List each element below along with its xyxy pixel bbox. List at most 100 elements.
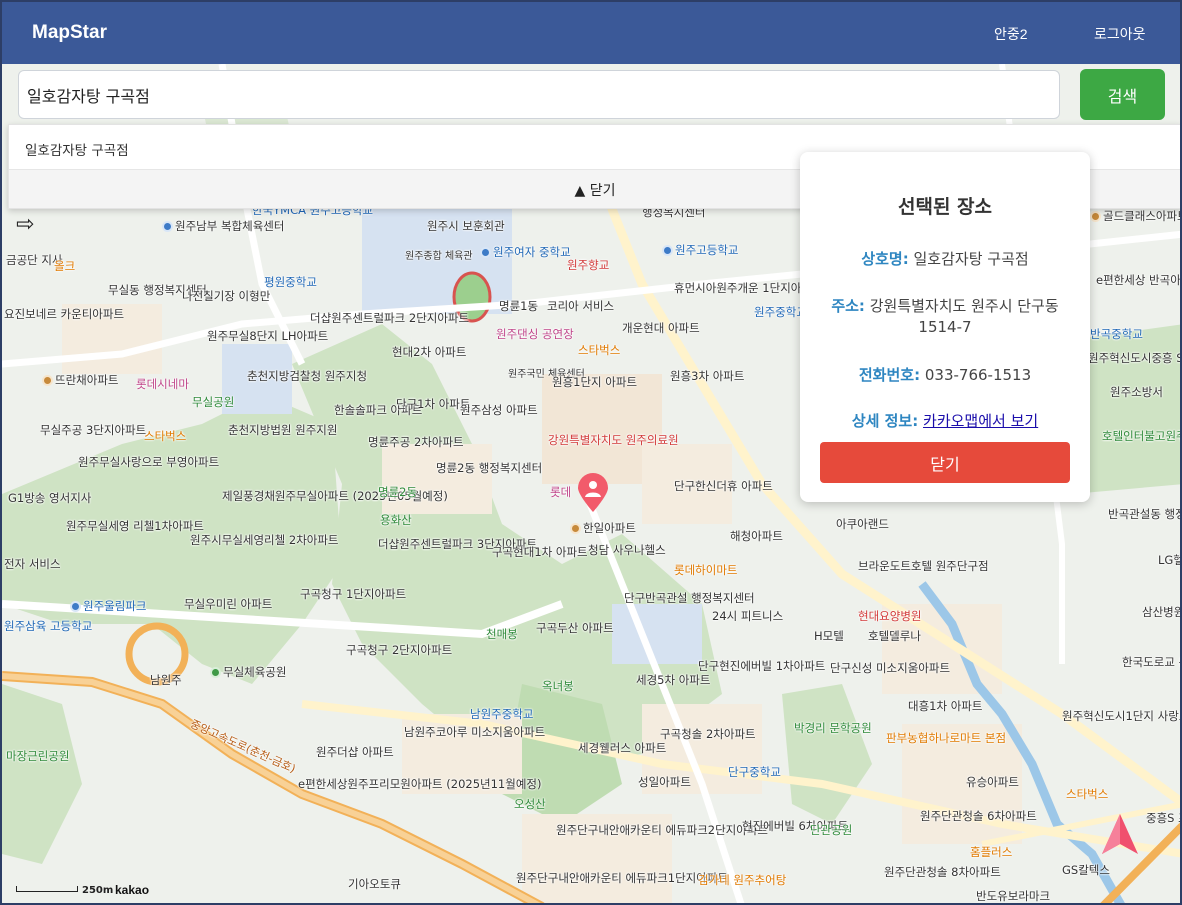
map-label: 호텔인터불고원주 골프클럽 xyxy=(1102,429,1180,443)
map-label: 무실우미린 아파트 xyxy=(184,597,273,611)
map-label: 무실공원 xyxy=(192,395,235,409)
map-label: 무실체육공원 xyxy=(210,666,286,679)
map-label: 반도유보라마크 xyxy=(976,889,1051,903)
map-label: 더샵원주센트럴파크 2단지아파트 xyxy=(310,311,470,325)
card-title: 선택된 장소 xyxy=(897,196,992,218)
map-label: 춘천지방법원 원주지원 xyxy=(228,423,338,437)
kakaomap-link[interactable]: 카카오맵에서 보기 xyxy=(923,412,1038,430)
map-label: 원주댄싱 공연장 xyxy=(496,327,574,341)
map-label: 원주향교 xyxy=(567,258,610,272)
map-label: 원주무실사랑으로 부영아파트 xyxy=(78,455,220,469)
map-label: 춘천지방검찰청 원주지청 xyxy=(247,369,368,383)
map-label: 원주무실세영 리첼1차아파트 xyxy=(66,519,204,533)
map-label: 원주삼육 고등학교 xyxy=(4,619,93,633)
map-label: 나전칠기장 이형만 xyxy=(182,289,271,303)
map-label: 원흥1단지 아파트 xyxy=(552,375,638,389)
map-label: H모텔 xyxy=(814,629,844,643)
map-label: 원주단관청솔 8차아파트 xyxy=(884,865,1001,879)
map-label: LG헬 xyxy=(1158,553,1180,567)
place-detail-card: 선택된 장소 상호명: 일호감자탕 구곡점 주소: 강원특별자치도 원주시 단구… xyxy=(800,152,1090,502)
search-input[interactable] xyxy=(18,70,1060,119)
place-phone-row: 전화번호: 033-766-1513 xyxy=(820,365,1070,386)
map-label: 원주남부 복합체육센터 xyxy=(162,220,284,233)
map-label: 원주혁신도시1단지 사랑으로부영아파트 xyxy=(1062,709,1180,723)
map-label: 전자 서비스 xyxy=(4,557,61,571)
map-label: 원주혁신도시중흥 S클래스아파트 xyxy=(1088,351,1180,365)
place-detail-label: 상세 정보: xyxy=(851,412,919,430)
map-label: 세경5차 아파트 xyxy=(636,673,711,687)
map-label: 기아오토큐 xyxy=(348,877,401,891)
map-label: 구곡현대1차 아파트 xyxy=(492,545,588,559)
map-label: 스타벅스 xyxy=(1066,787,1109,801)
map-label: 중흥S 프라디 xyxy=(1146,811,1180,825)
map-label: 롯데시네마 xyxy=(136,377,189,391)
location-pin-icon[interactable] xyxy=(576,473,610,513)
map-label: 구곡청구 2단지아파트 xyxy=(346,643,453,657)
map-label: 용화산 xyxy=(380,513,412,527)
arrow-right-icon[interactable]: ⇨ xyxy=(16,212,34,237)
map-label: 옥녀봉 xyxy=(542,679,574,693)
user-menu-link[interactable]: 안중2 xyxy=(994,24,1028,44)
map-label: 명륜2동 xyxy=(378,485,418,499)
map-label: 올크 xyxy=(54,259,76,273)
place-name-label: 상호명: xyxy=(861,250,909,268)
map-label: 한국도로교 본부 xyxy=(1122,655,1180,669)
map-label: 평원중학교 xyxy=(264,275,317,289)
logout-link[interactable]: 로그아웃 xyxy=(1094,24,1146,44)
map-label: 단구반곡관설 행정복지센터 xyxy=(624,591,755,605)
map-label: 남원주 xyxy=(150,673,182,687)
map-label: 판부농협하나로마트 본점 xyxy=(886,731,1007,745)
map-label: GS칼텍스 xyxy=(1062,863,1110,877)
map-label: 원주시 보훈회관 xyxy=(427,219,505,233)
map-label: 무실주공 3단지아파트 xyxy=(40,423,147,437)
map-label: 명륜1동 xyxy=(499,299,539,313)
map-label: 개운현대 아파트 xyxy=(622,321,700,335)
brand-logo[interactable]: MapStar xyxy=(32,22,107,44)
map-label: 요진보네르 카운티아파트 xyxy=(4,307,125,321)
place-name-value: 일호감자탕 구곡점 xyxy=(913,250,1029,268)
map-label: G1방송 영서지사 xyxy=(8,491,92,505)
map-label: 단구중학교 xyxy=(728,765,781,779)
map-label: 구곡청솔 2차아파트 xyxy=(660,727,756,741)
map-label: 홈플러스 xyxy=(970,845,1013,859)
scale-bar xyxy=(16,886,78,892)
map-label: 24시 피트니스 xyxy=(712,609,784,623)
map-label: 천매봉 xyxy=(486,627,518,641)
close-card-button[interactable]: 닫기 xyxy=(820,442,1070,483)
map-label: 롯데 xyxy=(550,485,572,499)
place-phone-value: 033-766-1513 xyxy=(924,366,1032,384)
map-label: 뜨란채아파트 xyxy=(42,374,118,387)
map-label: 원주무실8단지 LH아파트 xyxy=(207,329,329,343)
map-attribution: kakao xyxy=(115,883,150,897)
map-label: 한일아파트 xyxy=(570,522,636,535)
map-label: 청담 사우나헬스 xyxy=(588,543,666,557)
map-label: 세경웰러스 아파트 xyxy=(578,741,667,755)
map-label: 아쿠아랜드 xyxy=(836,517,889,531)
map-label: 강원특별자치도 원주의료원 xyxy=(548,433,679,447)
map-label: 단관공원 xyxy=(810,823,853,837)
map-label: 롯데하이마트 xyxy=(674,563,738,577)
map-label: 원주시무실세영리첼 2차아파트 xyxy=(190,533,339,547)
map-label: 원흥3차 아파트 xyxy=(670,369,745,383)
map-label: 대흥1차 아파트 xyxy=(908,699,983,713)
map-label: 원주고등학교 xyxy=(662,244,738,257)
map-label: 마장근린공원 xyxy=(6,749,70,763)
map-label: 구곡두산 아파트 xyxy=(536,621,614,635)
map-label: 남원주중학교 xyxy=(470,707,534,721)
map-label: 김가네 원주추어탕 xyxy=(698,873,787,887)
map-label: 원주단구내안애카운티 에듀파크1단지아파트 xyxy=(516,871,728,885)
map-label: 코리아 서비스 xyxy=(547,299,615,313)
map-label: 오성산 xyxy=(514,797,546,811)
map-label: 단구신성 미소지움아파트 xyxy=(830,661,951,675)
place-address-label: 주소: xyxy=(831,297,865,315)
map-label: 호텔델루나 xyxy=(868,629,921,643)
scale-label: 250m xyxy=(82,885,114,896)
map-label: e편한세상원주프리모원아파트 (2025년11월예정) xyxy=(298,777,542,791)
app-window: 원주남부 복합체육센터 한국YMCA 원주고등학교 원주시 보훈회관 원주종합 … xyxy=(0,0,1182,905)
map-label: 원주소방서 xyxy=(1110,385,1163,399)
compass-north-icon[interactable] xyxy=(1100,812,1140,856)
search-button[interactable]: 검색 xyxy=(1080,69,1165,120)
place-address-row: 주소: 강원특별자치도 원주시 단구동 1514-7 xyxy=(820,296,1070,338)
map-label: 박경리 문학공원 xyxy=(794,721,872,735)
map-label: 원주단구내안애카운티 에듀파크2단지아파트 xyxy=(556,823,768,837)
